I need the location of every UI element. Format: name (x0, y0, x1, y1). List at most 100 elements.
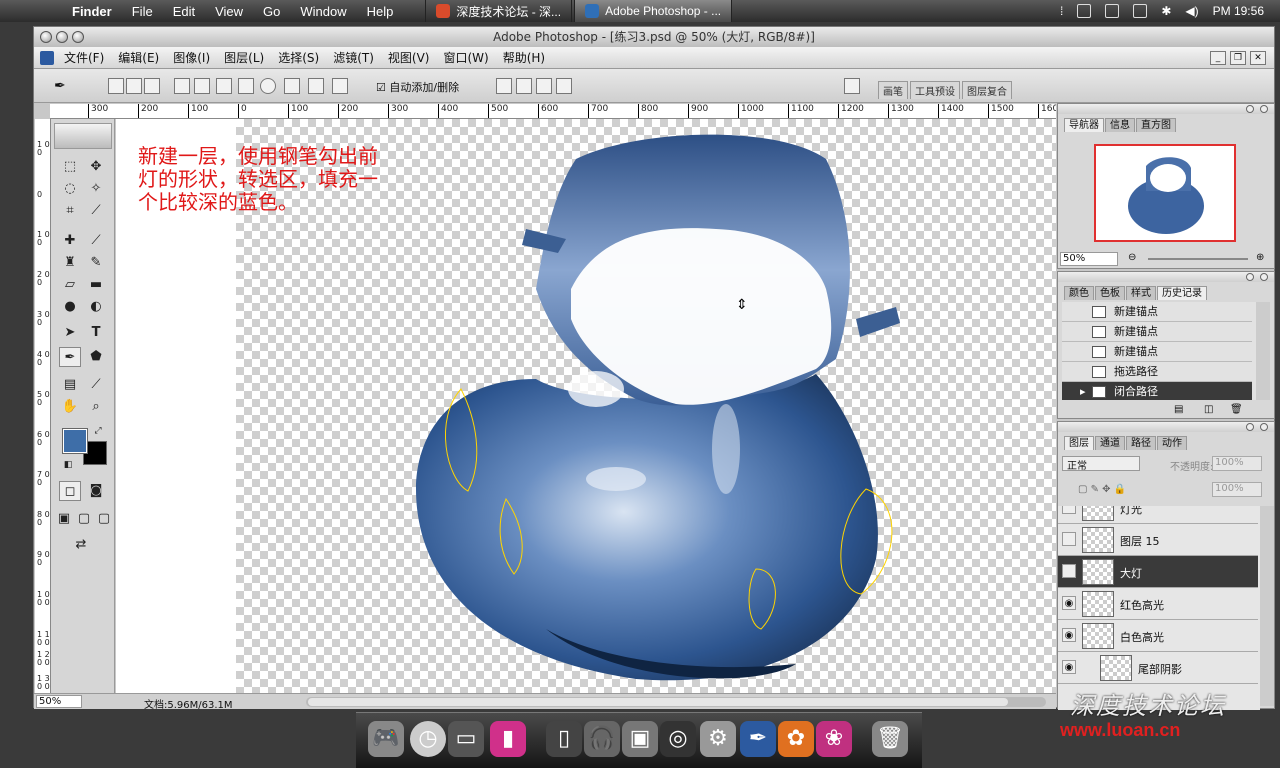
menu-edit-cn[interactable]: 编辑(E) (118, 49, 159, 66)
eyedropper-icon[interactable]: ⟋ (85, 375, 107, 395)
screen-mode-1-icon[interactable]: ▣ (53, 509, 75, 529)
camera-icon[interactable] (1105, 4, 1120, 18)
tab-channels[interactable]: 通道 (1095, 436, 1125, 450)
path-intersect-icon[interactable] (536, 78, 552, 94)
menu-file-cn[interactable]: 文件(F) (64, 49, 104, 66)
panel-close-icon[interactable] (1246, 273, 1254, 281)
lasso-tool-icon[interactable]: ◌ (59, 179, 81, 199)
healing-brush-icon[interactable]: ✚ (59, 231, 81, 251)
shape-tool-icon[interactable]: ⬟ (85, 347, 107, 367)
layer-row[interactable]: ◉ 尾部阴影 (1058, 652, 1258, 684)
tab-color[interactable]: 颜色 (1064, 286, 1094, 300)
history-item[interactable]: 新建锚点 (1062, 302, 1252, 322)
blend-mode-select[interactable]: 正常 (1062, 456, 1140, 472)
fill-pixels-button[interactable] (144, 78, 160, 94)
headphones-icon[interactable]: 🎧 (584, 721, 620, 757)
delete-state-icon[interactable]: 🗑 (1230, 404, 1243, 415)
tab-styles[interactable]: 样式 (1126, 286, 1156, 300)
minimize-doc-button[interactable]: _ (1210, 50, 1226, 65)
history-item[interactable]: 新建锚点 (1062, 322, 1252, 342)
foreground-color-swatch[interactable] (62, 428, 88, 454)
history-item[interactable]: 新建锚点 (1062, 342, 1252, 362)
menu-view-cn[interactable]: 视图(V) (388, 49, 430, 66)
menu-file[interactable]: File (132, 4, 153, 19)
close-doc-button[interactable]: ✕ (1250, 50, 1266, 65)
calendar-icon[interactable] (1077, 4, 1092, 18)
pen-tool-icon[interactable]: ✒ (59, 347, 81, 367)
tab-layer-comps[interactable]: 图层复合 (962, 81, 1012, 99)
minimize-window-button[interactable] (56, 31, 68, 43)
bluetooth-icon[interactable]: ✱ (1161, 4, 1171, 18)
trash-icon[interactable]: 🗑 (872, 721, 908, 757)
panel-collapse-icon[interactable] (1260, 423, 1268, 431)
visibility-icon[interactable] (1062, 564, 1076, 578)
eraser-tool-icon[interactable]: ▱ (59, 275, 81, 295)
pen-tool-preset-icon[interactable]: ✒ (54, 78, 70, 94)
photoshop-dock-icon[interactable]: ✒ (740, 721, 776, 757)
visibility-icon[interactable] (1062, 506, 1076, 514)
task-tab-photoshop[interactable]: Adobe Photoshop - ... (574, 0, 733, 22)
move-tool-icon[interactable]: ✥ (85, 157, 107, 177)
crop-tool-icon[interactable]: ⌗ (59, 201, 81, 221)
visibility-icon[interactable] (1062, 532, 1076, 546)
zoom-tool-icon[interactable]: ⌕ (85, 397, 107, 417)
gradient-tool-icon[interactable]: ▬ (85, 275, 107, 295)
feather-logo-icon[interactable] (54, 123, 112, 149)
palette-well-icon[interactable] (844, 78, 860, 94)
usb-drive-icon[interactable]: ▯ (546, 721, 582, 757)
swap-colors-icon[interactable]: ⤢ (87, 421, 109, 441)
restore-doc-button[interactable]: ❐ (1230, 50, 1246, 65)
panel-collapse-icon[interactable] (1260, 273, 1268, 281)
panel-close-icon[interactable] (1246, 105, 1254, 113)
path-add-icon[interactable] (496, 78, 512, 94)
menu-window-cn[interactable]: 窗口(W) (443, 49, 488, 66)
rectangle-icon[interactable] (216, 78, 232, 94)
menu-edit[interactable]: Edit (173, 4, 195, 19)
scroll-thumb[interactable] (308, 698, 1008, 706)
layer-row[interactable]: ◉ 白色高光 (1058, 620, 1258, 652)
screen-mode-3-icon[interactable]: ▢ (93, 509, 115, 529)
tab-navigator[interactable]: 导航器 (1064, 118, 1104, 132)
polygon-icon[interactable] (284, 78, 300, 94)
menu-help-cn[interactable]: 帮助(H) (503, 49, 545, 66)
tab-layers[interactable]: 图层 (1064, 436, 1094, 450)
clock[interactable]: PM 19:56 (1213, 4, 1264, 18)
layer-row[interactable]: ◉ 红色高光 (1058, 588, 1258, 620)
screen-icon[interactable] (1133, 4, 1148, 18)
brush-tool-icon[interactable]: ⟋ (85, 231, 107, 251)
navigator-preview[interactable] (1094, 144, 1236, 242)
new-document-icon[interactable]: ▤ (1174, 404, 1183, 415)
history-scrollbar[interactable] (1256, 302, 1270, 400)
menu-window[interactable]: Window (300, 4, 346, 19)
paths-button[interactable] (126, 78, 142, 94)
pen-option-icon[interactable] (174, 78, 190, 94)
flower-icon[interactable]: ✿ (778, 721, 814, 757)
tab-actions[interactable]: 动作 (1157, 436, 1187, 450)
opacity-field[interactable]: 100% (1212, 456, 1262, 471)
menu-select-cn[interactable]: 选择(S) (278, 49, 319, 66)
layers-scrollbar[interactable] (1260, 506, 1274, 706)
menu-image-cn[interactable]: 图像(I) (173, 49, 210, 66)
notes-tool-icon[interactable]: ▤ (59, 375, 81, 395)
close-window-button[interactable] (40, 31, 52, 43)
ellipse-icon[interactable] (260, 78, 276, 94)
screen-mode-2-icon[interactable]: ▢ (73, 509, 95, 529)
zoom-out-icon[interactable]: ⊖ (1128, 252, 1136, 263)
zoom-field[interactable]: 50% (36, 695, 82, 708)
tab-paths[interactable]: 路径 (1126, 436, 1156, 450)
quickmask-mode-icon[interactable]: ◙ (85, 481, 107, 501)
zoom-window-button[interactable] (72, 31, 84, 43)
menu-filter-cn[interactable]: 滤镜(T) (333, 49, 374, 66)
menu-layer-cn[interactable]: 图层(L) (224, 49, 264, 66)
history-item-selected[interactable]: ▸ 闭合路径 (1062, 382, 1252, 400)
zoom-in-icon[interactable]: ⊕ (1256, 252, 1264, 263)
history-item[interactable]: 拖选路径 (1062, 362, 1252, 382)
book-icon[interactable]: ▮ (490, 721, 526, 757)
line-icon[interactable] (308, 78, 324, 94)
panel-close-icon[interactable] (1246, 423, 1254, 431)
eye-icon[interactable]: ◉ (1062, 628, 1076, 642)
freeform-pen-icon[interactable] (194, 78, 210, 94)
doc-size[interactable]: 文档:5.96M/63.1M (144, 696, 233, 711)
history-brush-icon[interactable]: ✎ (85, 253, 107, 273)
layer-row[interactable]: 灯光 (1058, 506, 1258, 524)
